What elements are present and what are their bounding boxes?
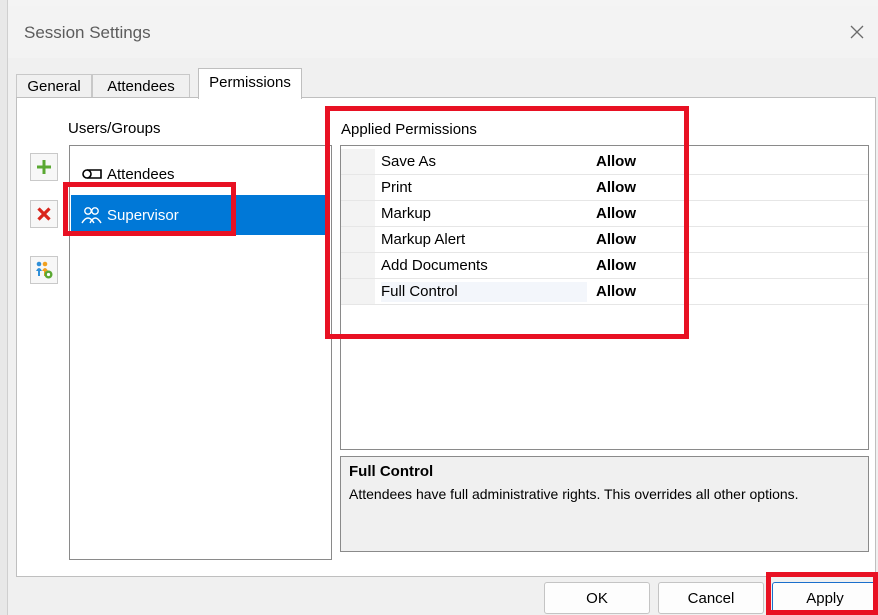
- users-gear-icon: [36, 261, 53, 279]
- description-title: Full Control: [349, 463, 434, 480]
- group-icon: [81, 206, 103, 224]
- manage-users-button[interactable]: [30, 256, 58, 284]
- permission-value[interactable]: Allow: [596, 178, 636, 198]
- permission-value[interactable]: Allow: [596, 152, 636, 172]
- permission-description-box: Full Control Attendees have full adminis…: [340, 456, 869, 552]
- list-item-label: Attendees: [107, 165, 175, 183]
- applied-permissions-label: Applied Permissions: [341, 121, 477, 138]
- permission-name: Markup Alert: [381, 231, 466, 248]
- key-icon: [81, 165, 103, 183]
- tab-permissions[interactable]: Permissions: [198, 68, 302, 99]
- close-button[interactable]: [840, 16, 874, 48]
- applied-permissions-grid[interactable]: Save As Allow Print Allow Markup Allow M…: [340, 145, 869, 450]
- tab-label: Permissions: [209, 74, 291, 91]
- users-groups-list[interactable]: Attendees Supervisor: [69, 145, 332, 560]
- table-row[interactable]: Full Control Allow: [341, 279, 868, 305]
- description-text: Attendees have full administrative right…: [349, 486, 799, 502]
- plus-icon: [37, 160, 51, 174]
- close-icon: [850, 25, 864, 39]
- window-title: Session Settings: [24, 23, 151, 42]
- table-row[interactable]: Markup Alert Allow: [341, 227, 868, 253]
- permission-name: Full Control: [381, 282, 587, 302]
- table-row[interactable]: Add Documents Allow: [341, 253, 868, 279]
- list-item-label: Supervisor: [107, 206, 179, 224]
- permission-name: Print: [381, 179, 412, 196]
- list-item-supervisor[interactable]: Supervisor: [71, 195, 330, 235]
- permission-name: Add Documents: [381, 257, 488, 274]
- permission-value[interactable]: Allow: [596, 204, 636, 224]
- tab-general[interactable]: General: [16, 74, 92, 98]
- permission-value[interactable]: Allow: [596, 230, 636, 250]
- table-row[interactable]: Save As Allow: [341, 149, 868, 175]
- title-bar: Session Settings: [8, 6, 878, 58]
- tab-label: Attendees: [107, 78, 175, 95]
- table-row[interactable]: Markup Allow: [341, 201, 868, 227]
- ok-button[interactable]: OK: [544, 582, 650, 614]
- cancel-button[interactable]: Cancel: [658, 582, 764, 614]
- apply-button[interactable]: Apply: [772, 582, 878, 614]
- background-window-edge: [0, 0, 8, 615]
- list-item-attendees[interactable]: Attendees: [71, 160, 330, 188]
- table-row[interactable]: Print Allow: [341, 175, 868, 201]
- x-icon: [37, 207, 51, 221]
- users-groups-label: Users/Groups: [68, 120, 161, 137]
- session-settings-dialog: Session Settings General Attendees Permi…: [8, 6, 878, 615]
- permission-name: Markup: [381, 205, 432, 222]
- tab-attendees[interactable]: Attendees: [92, 74, 190, 98]
- tab-label: General: [27, 78, 81, 95]
- remove-user-button[interactable]: [30, 200, 58, 228]
- permission-name: Save As: [381, 153, 437, 170]
- add-user-button[interactable]: [30, 153, 58, 181]
- permission-value[interactable]: Allow: [596, 256, 636, 276]
- permission-value[interactable]: Allow: [596, 282, 636, 302]
